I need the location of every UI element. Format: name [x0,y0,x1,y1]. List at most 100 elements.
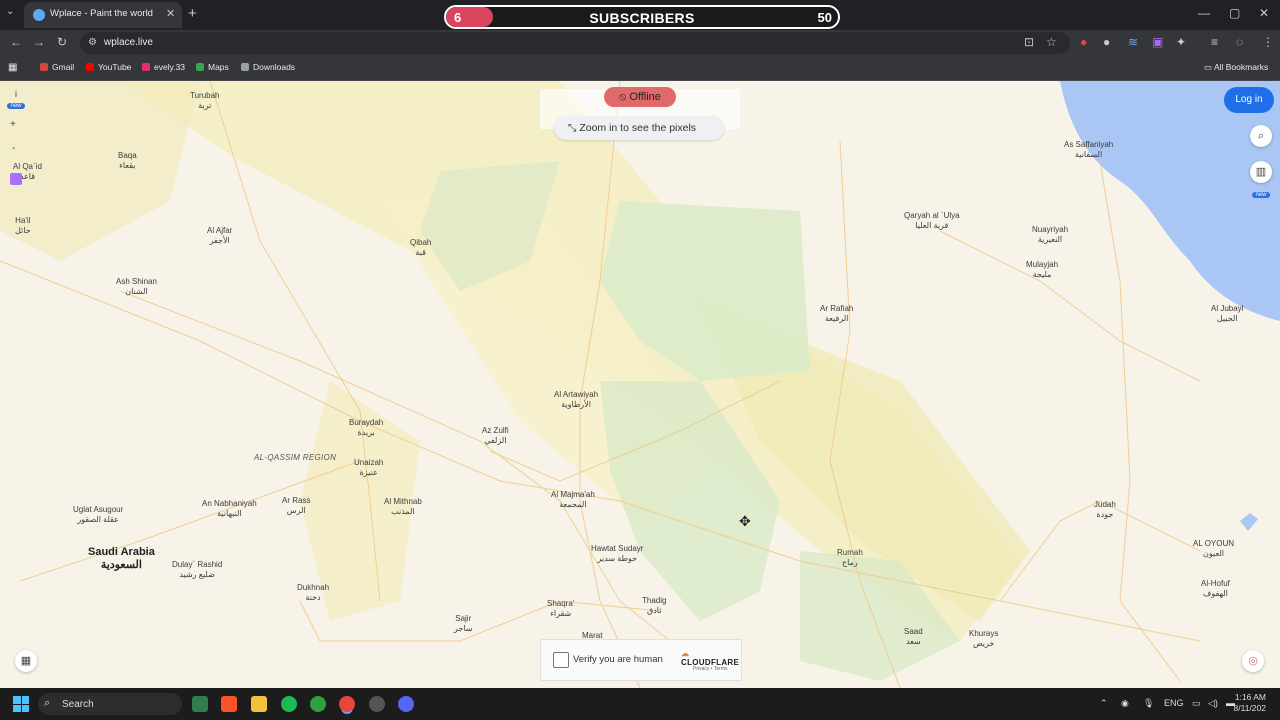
country-label: Saudi Arabia السعودية [88,546,155,571]
privacy-link[interactable]: Privacy [693,666,709,672]
place-label: Unaizah عنيزة [354,458,384,477]
youtube-icon [86,63,94,71]
new-badge: new [1252,192,1270,198]
move-cursor-icon: ✥ [739,513,751,529]
place-label: Sajir ساجر [454,614,473,633]
forward-icon[interactable]: → [33,35,45,49]
place-label: Ar Rafiah الرفيعة [820,304,854,323]
place-label: Baqa بقعاء [118,151,137,170]
place-label: Qaryah al `Ulya قرية العليا [904,211,960,230]
browser-toolbar: ← → ↻ ⚙ wplace.live ⊡ ☆ ● ● ≋ ▣ ✦ ≡ ◌ ⋮ [0,30,1280,56]
subscriber-goal-bar: 6 SUBSCRIBERS 50 [444,5,840,29]
offline-label: Offline [629,91,661,103]
zoom-in-button[interactable]: + [10,119,16,130]
leaderboard-button[interactable]: ▥ new [1250,161,1272,201]
terms-link[interactable]: Terms [714,666,728,672]
place-label: Ha'il حائل [15,216,31,235]
verify-checkbox[interactable] [553,652,569,668]
subscriber-goal: 50 [817,10,832,25]
bookmark-youtube[interactable]: YouTube [86,62,131,72]
spotify-icon[interactable] [281,696,297,712]
place-label: Turubah تربة [190,91,220,110]
taskbar-search[interactable]: ⌕ Search [38,693,182,715]
clock-time: 1:16 AM [1234,692,1266,702]
brave-icon[interactable] [221,696,237,712]
offline-badge: ⦸ Offline [604,87,676,107]
windows-start-icon[interactable] [13,696,29,712]
search-location-icon[interactable]: ⌕ [1250,125,1272,147]
chrome-icon[interactable] [339,696,355,712]
tray-chevron-icon[interactable]: ⌃ [1100,698,1108,709]
minimize-button[interactable]: — [1198,6,1210,20]
bookmark-downloads[interactable]: Downloads [241,62,295,72]
leaderboard-icon: ▥ [1250,161,1272,183]
tray-app-icon[interactable]: ◉ [1121,698,1129,709]
place-label: Al Artawiyah الأرطاوية [554,390,599,409]
gmail-icon [40,63,48,71]
extension-gray-icon[interactable]: ● [1103,35,1110,49]
network-icon[interactable]: ▭ [1192,698,1201,709]
maximize-button[interactable]: ▢ [1229,6,1240,20]
app-green-icon[interactable] [310,696,326,712]
twitch-icon[interactable] [10,173,22,185]
place-label: Judah جودة [1094,500,1116,519]
bookmark-star-icon[interactable]: ☆ [1046,35,1057,49]
place-label: Al Jubayl الجبيل [1211,304,1244,323]
browser-tab[interactable]: Wplace - Paint the world ✕ [24,2,182,28]
place-label: Thadig ثادق [642,596,667,615]
place-label: Saad سعد [904,627,923,646]
login-button[interactable]: Log in [1224,87,1274,113]
all-bookmarks[interactable]: ▭ All Bookmarks [1204,62,1268,73]
volume-icon[interactable]: ◁) [1208,698,1218,709]
zoom-hint-pill[interactable]: ⤡ Zoom in to see the pixels [554,116,724,140]
locate-me-icon[interactable]: ◎ [1242,650,1264,672]
place-label: Al-Hofuf الهفوف [1201,579,1230,598]
taskbar-clock[interactable]: 1:16 AM 8/11/202 [1234,692,1266,714]
obs-icon[interactable] [369,696,385,712]
place-label: Hawtat Sudayr حوطة سدير [591,544,644,563]
extension-audio-icon[interactable]: ≋ [1128,35,1138,49]
xbox-icon[interactable] [192,696,208,712]
bookmark-maps[interactable]: Maps [196,62,229,72]
place-label: Buraydah بريدة [349,418,384,437]
language-indicator[interactable]: ENG [1164,698,1184,708]
wplace-favicon-icon [33,9,45,21]
captcha-links: Privacy • Terms [693,666,728,672]
extensions-puzzle-icon[interactable]: ✦ [1176,35,1186,49]
reload-icon[interactable]: ↻ [57,35,67,49]
tab-search-icon[interactable]: ⌄ [6,6,20,20]
zoom-hint-text: Zoom in to see the pixels [579,122,697,134]
zoom-icon: ⤡ [568,122,580,134]
close-window-button[interactable]: ✕ [1259,6,1269,20]
map-canvas[interactable]: Turubah تربة Baqa بقعاء Al Qa`id قاعد Ha'il… [0,81,1280,688]
address-bar[interactable]: ⚙ wplace.live [80,32,1070,54]
tab-close-icon[interactable]: ✕ [166,7,175,20]
place-label: Mulayjah مليجة [1026,260,1059,279]
download-icon [241,63,249,71]
apps-grid-icon[interactable]: ▦ [8,62,17,73]
place-label: Shaqra' شقراء [547,599,575,618]
info-button[interactable]: i new [6,89,26,110]
new-tab-button[interactable]: + [188,5,197,22]
zoom-out-button[interactable]: - [12,143,15,154]
back-icon[interactable]: ← [10,35,22,49]
bookmark-evely[interactable]: evely.33 [142,62,185,72]
discord-icon[interactable] [398,696,414,712]
extension-twitch-icon[interactable]: ▣ [1152,35,1163,49]
url-text[interactable]: wplace.live [104,37,153,48]
place-label: Dukhnah دخنة [297,583,330,602]
profile-icon[interactable]: ◌ [1236,35,1243,49]
tab-title: Wplace - Paint the world [50,8,153,19]
bookmark-gmail[interactable]: Gmail [40,62,74,72]
bookmarks-bar: ▦ Gmail YouTube evely.33 Maps Downloads … [0,56,1280,81]
site-info-icon[interactable]: ⚙ [88,37,97,48]
cloud-icon: ☁ [681,649,690,658]
install-app-icon[interactable]: ⊡ [1024,35,1034,49]
menu-kebab-icon[interactable]: ⋮ [1262,35,1274,49]
file-explorer-icon[interactable] [251,696,267,712]
microphone-icon[interactable]: 🎙 [1143,698,1154,709]
media-controls-icon[interactable]: ≡ [1211,35,1218,49]
extension-red-icon[interactable]: ● [1080,35,1087,49]
paint-button[interactable]: ▦ [15,650,37,672]
wifi-off-icon: ⦸ [619,91,630,103]
